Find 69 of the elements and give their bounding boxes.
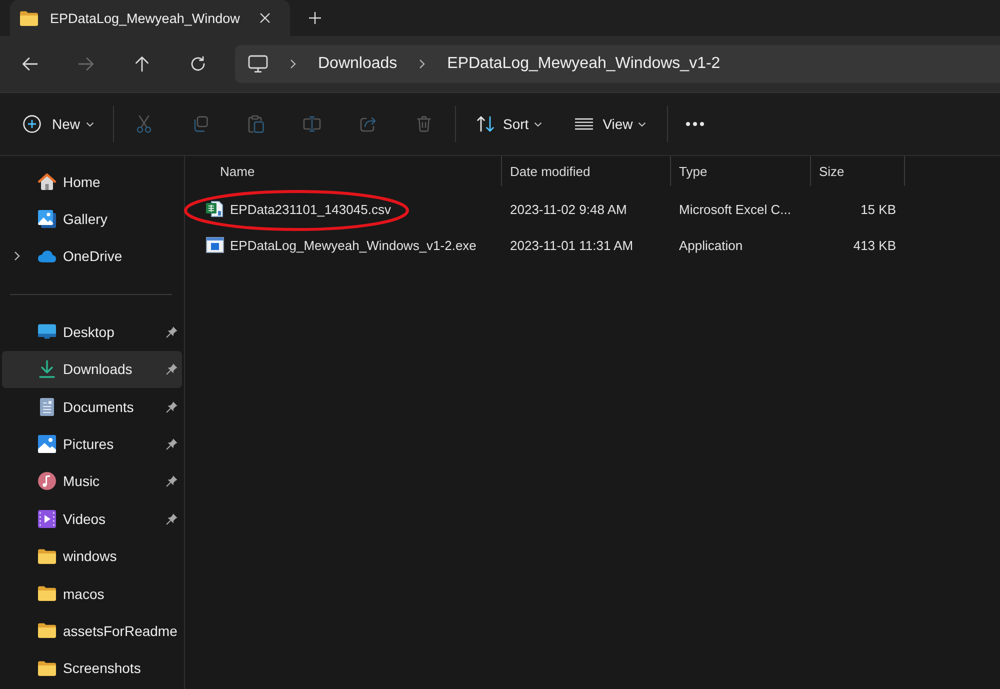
desktop-icon <box>38 324 56 340</box>
folder-icon <box>38 623 56 638</box>
cloud-icon <box>38 250 56 263</box>
caret-down-icon <box>638 122 646 126</box>
address-bar[interactable]: Downloads EPDataLog_Mewyeah_Windows_v1-2 <box>235 45 1000 83</box>
copy-icon <box>192 116 208 132</box>
refresh-icon <box>190 56 206 72</box>
file-name[interactable]: EPDataLog_Mewyeah_Windows_v1-2.exe <box>230 238 476 252</box>
breadcrumb-item[interactable]: Downloads <box>316 49 400 79</box>
sidebar-item[interactable]: Desktop <box>2 313 182 351</box>
document-icon <box>40 398 54 416</box>
trash-icon <box>417 116 432 132</box>
column-header[interactable]: Name <box>204 156 502 186</box>
new-button[interactable]: New <box>14 104 100 144</box>
sidebar-item[interactable]: OneDrive <box>2 238 182 276</box>
caret-down-icon <box>86 122 94 126</box>
sidebar-item[interactable]: windows <box>2 538 182 575</box>
chevron-right-icon <box>290 59 296 69</box>
sidebar-item[interactable]: Home <box>2 163 182 200</box>
text-cursor-icon <box>303 116 322 132</box>
picture-stack-icon <box>38 210 56 228</box>
music-note-icon <box>38 472 56 490</box>
sidebar-item[interactable]: Music <box>2 462 182 500</box>
date-modified-text: 2023-11-02 9:48 AM <box>509 202 628 216</box>
date-modified-text: 2023-11-01 11:31 AM <box>509 238 634 252</box>
breadcrumb-item[interactable]: EPDataLog_Mewyeah_Windows_v1-2 <box>445 49 722 79</box>
scissors-icon <box>136 115 152 133</box>
sidebar-item[interactable]: Gallery <box>2 200 182 238</box>
folder-icon <box>20 10 38 26</box>
caret-down-icon <box>534 122 542 126</box>
sidebar-item[interactable]: Documents <box>2 388 182 426</box>
file-size-text: 413 KB <box>852 238 897 252</box>
more-icon <box>686 122 704 126</box>
column-header[interactable]: Type <box>671 156 811 186</box>
sidebar-item[interactable]: Videos <box>2 500 182 538</box>
sidebar-item[interactable]: macos <box>2 574 182 612</box>
computer-icon <box>248 55 268 73</box>
arrow-left-icon <box>22 57 38 71</box>
folder-icon <box>38 548 56 564</box>
close-icon <box>260 13 270 23</box>
sidebar-item[interactable]: assetsForReadme <box>2 612 182 650</box>
sidebar-item[interactable]: Pictures <box>2 425 182 463</box>
application-window-icon <box>206 237 224 253</box>
chevron-right-icon <box>419 59 426 69</box>
list-lines-icon <box>574 118 593 130</box>
sort-arrows-icon <box>477 116 496 132</box>
video-icon <box>38 510 56 528</box>
column-header[interactable]: Size <box>811 156 905 186</box>
column-header[interactable]: Date modified <box>502 156 671 186</box>
file-type-text: Application <box>678 238 744 252</box>
sort-button[interactable]: Sort <box>464 104 550 144</box>
share-icon <box>360 116 376 132</box>
spreadsheet-file-icon <box>206 200 224 218</box>
download-icon <box>39 360 55 378</box>
sidebar-item[interactable]: Downloads <box>2 350 182 388</box>
arrow-up-icon <box>135 56 149 72</box>
home-icon <box>38 173 56 190</box>
plus-icon <box>309 12 321 24</box>
arrow-right-icon <box>78 57 94 71</box>
tab[interactable]: EPDataLog_Mewyeah_Window <box>10 0 290 36</box>
folder-icon <box>38 586 56 602</box>
view-button[interactable]: View <box>564 104 654 144</box>
folder-icon <box>38 660 56 676</box>
clipboard-icon <box>248 115 264 133</box>
plus-circle-icon <box>23 115 41 133</box>
sidebar-item[interactable]: Screenshots <box>2 650 182 688</box>
file-type-text: Microsoft Excel C... <box>678 202 792 216</box>
file-size-text: 15 KB <box>860 202 897 216</box>
picture-icon <box>38 435 56 454</box>
